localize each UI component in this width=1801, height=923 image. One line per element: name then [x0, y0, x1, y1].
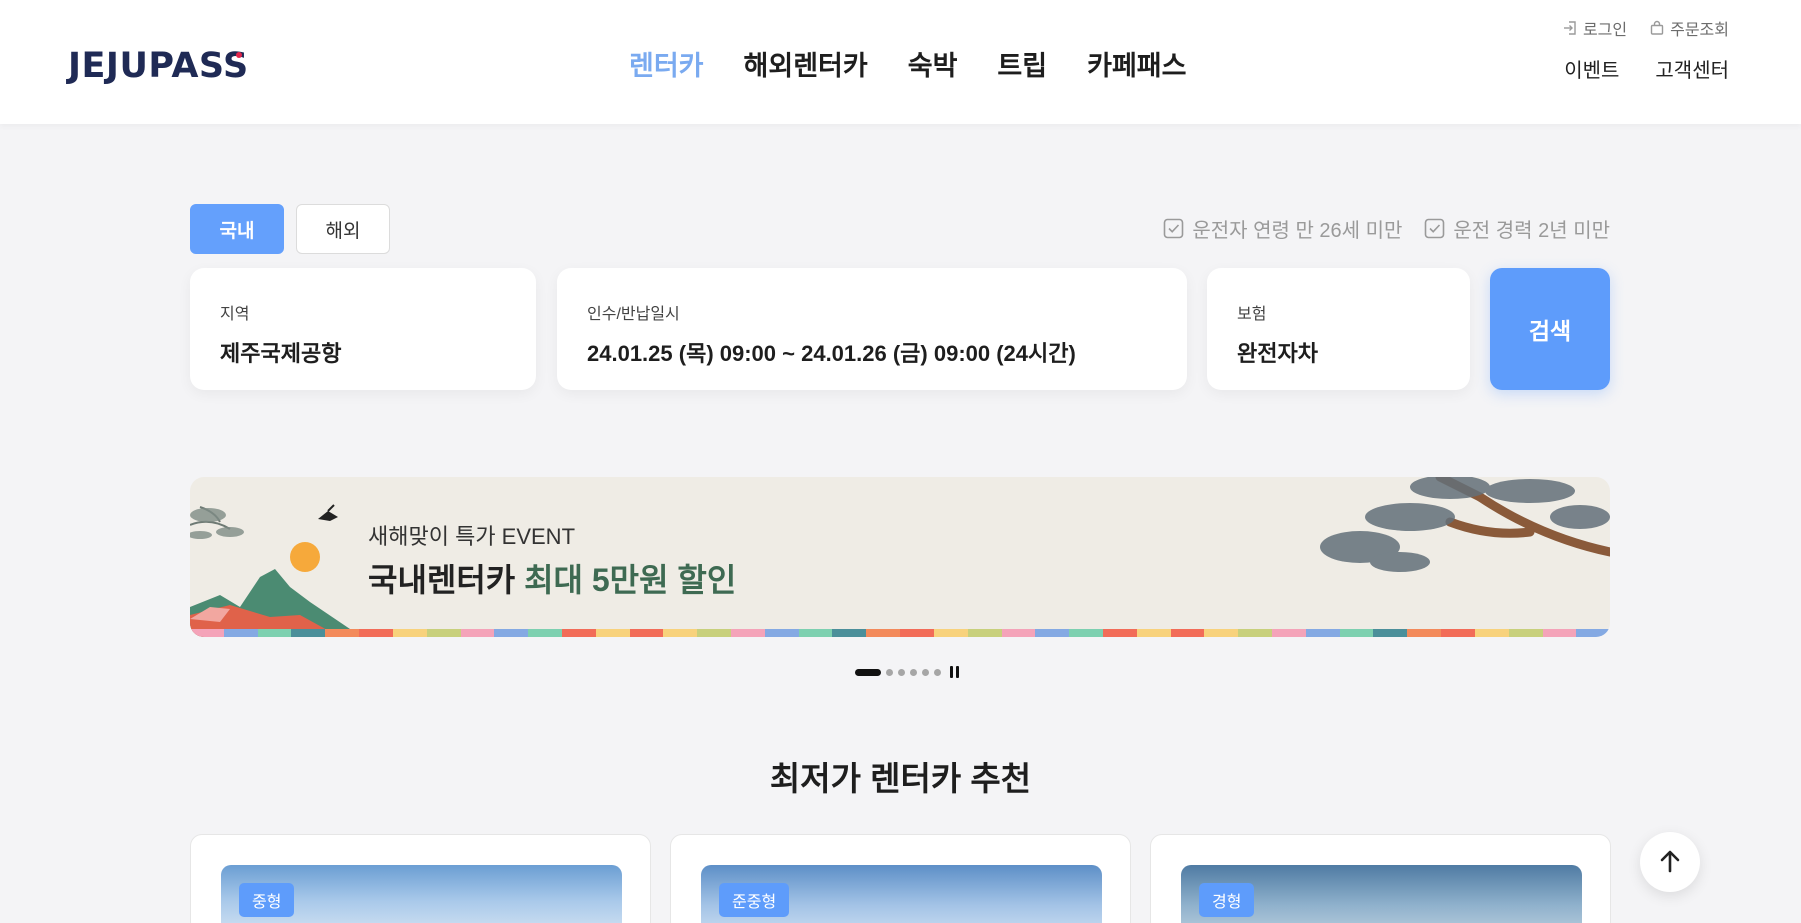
order-lookup-link[interactable]: 주문조회 [1649, 16, 1729, 40]
car-class-badge: 중형 [239, 883, 295, 917]
banner-title-highlight: 최대 5만원 할인 [524, 562, 737, 598]
login-label: 로그인 [1582, 22, 1628, 39]
main-nav: 렌터카 해외렌터카 숙박 트립 카페패스 [629, 44, 1186, 83]
nav-item-overseas-rentcar[interactable]: 해외렌터카 [744, 44, 868, 83]
section-title: 최저가 렌터카 추천 [769, 760, 1032, 797]
bag-icon [1650, 20, 1664, 35]
login-icon [1563, 21, 1576, 35]
checkbox-driver-age-label: 운전자 연령 만 26세 미만 [1192, 220, 1403, 242]
banner-title: 국내렌터카 최대 5만원 할인 [368, 555, 736, 601]
datetime-field[interactable]: 인수/반납일시 24.01.25 (목) 09:00 ~ 24.01.26 (금… [557, 268, 1187, 390]
checkbox-driving-experience[interactable]: 운전 경력 2년 미만 [1424, 214, 1610, 243]
region-field-value: 제주국제공항 [220, 341, 342, 366]
utility-links-top: 로그인 주문조회 [1562, 16, 1729, 40]
carousel-dot[interactable] [910, 668, 917, 676]
nav-item-lodging[interactable]: 숙박 [908, 44, 958, 83]
nav-item-trip[interactable]: 트립 [997, 44, 1047, 83]
carousel-dot[interactable] [934, 668, 941, 676]
checkbox-driving-experience-label: 운전 경력 2년 미만 [1453, 220, 1610, 242]
tab-domestic[interactable]: 국내 [190, 204, 284, 254]
insurance-field-label: 보험 [1237, 306, 1267, 323]
insurance-field[interactable]: 보험 완전자차 [1207, 268, 1470, 390]
arrow-up-icon [1660, 850, 1680, 873]
banner-title-plain: 국내렌터카 [368, 562, 525, 598]
domestic-overseas-tabs: 국내 해외 [190, 204, 390, 254]
car-card[interactable]: 경형 [1150, 834, 1611, 923]
checkbox-icon [1164, 218, 1184, 239]
car-card[interactable]: 중형 [190, 834, 651, 923]
event-banner[interactable]: 새해맞이 특가 EVENT 국내렌터카 최대 5만원 할인 [190, 477, 1610, 637]
insurance-field-value: 완전자차 [1237, 341, 1318, 366]
checkbox-driver-age[interactable]: 운전자 연령 만 26세 미만 [1163, 214, 1402, 243]
search-button[interactable]: 검색 [1490, 268, 1610, 390]
scroll-to-top-button[interactable] [1640, 832, 1700, 892]
car-class-badge: 준중형 [719, 883, 790, 917]
carousel-dot[interactable] [898, 668, 905, 676]
carousel-dot[interactable] [855, 668, 881, 676]
carousel-dot[interactable] [886, 668, 893, 676]
car-image: 중형 [221, 865, 622, 923]
pause-icon [950, 666, 953, 678]
header: JEJUPASS 렌터카 해외렌터카 숙박 트립 카페패스 로그인 주문조회 이… [0, 0, 1801, 124]
datetime-field-value: 24.01.25 (목) 09:00 ~ 24.01.26 (금) 09:00 … [587, 341, 1076, 366]
carousel-indicators [855, 666, 959, 678]
utility-links-bottom: 이벤트 고객센터 [1564, 54, 1729, 83]
login-link[interactable]: 로그인 [1562, 16, 1627, 40]
event-link[interactable]: 이벤트 [1564, 54, 1619, 83]
banner-subtitle: 새해맞이 특가 EVENT [368, 524, 576, 549]
customer-center-link[interactable]: 고객센터 [1655, 54, 1729, 83]
carousel-dot[interactable] [922, 668, 929, 676]
car-image: 경형 [1181, 865, 1582, 923]
nav-item-cafepass[interactable]: 카페패스 [1087, 44, 1186, 83]
checkbox-icon [1425, 218, 1445, 239]
driver-conditions: 운전자 연령 만 26세 미만 운전 경력 2년 미만 [1163, 214, 1610, 243]
logo[interactable]: JEJUPASS [68, 46, 249, 86]
region-field-label: 지역 [220, 306, 250, 323]
pause-icon [956, 666, 959, 678]
banner-color-stripe [190, 629, 1610, 637]
datetime-field-label: 인수/반납일시 [587, 306, 680, 323]
logo-dot [236, 52, 242, 58]
carousel-pause-button[interactable] [950, 666, 959, 678]
car-class-badge: 경형 [1199, 883, 1255, 917]
order-lookup-label: 주문조회 [1670, 22, 1729, 39]
nav-item-rentcar[interactable]: 렌터카 [629, 44, 704, 83]
car-image: 준중형 [701, 865, 1102, 923]
tab-overseas[interactable]: 해외 [296, 204, 390, 254]
region-field[interactable]: 지역 제주국제공항 [190, 268, 536, 390]
car-card[interactable]: 준중형 [670, 834, 1131, 923]
